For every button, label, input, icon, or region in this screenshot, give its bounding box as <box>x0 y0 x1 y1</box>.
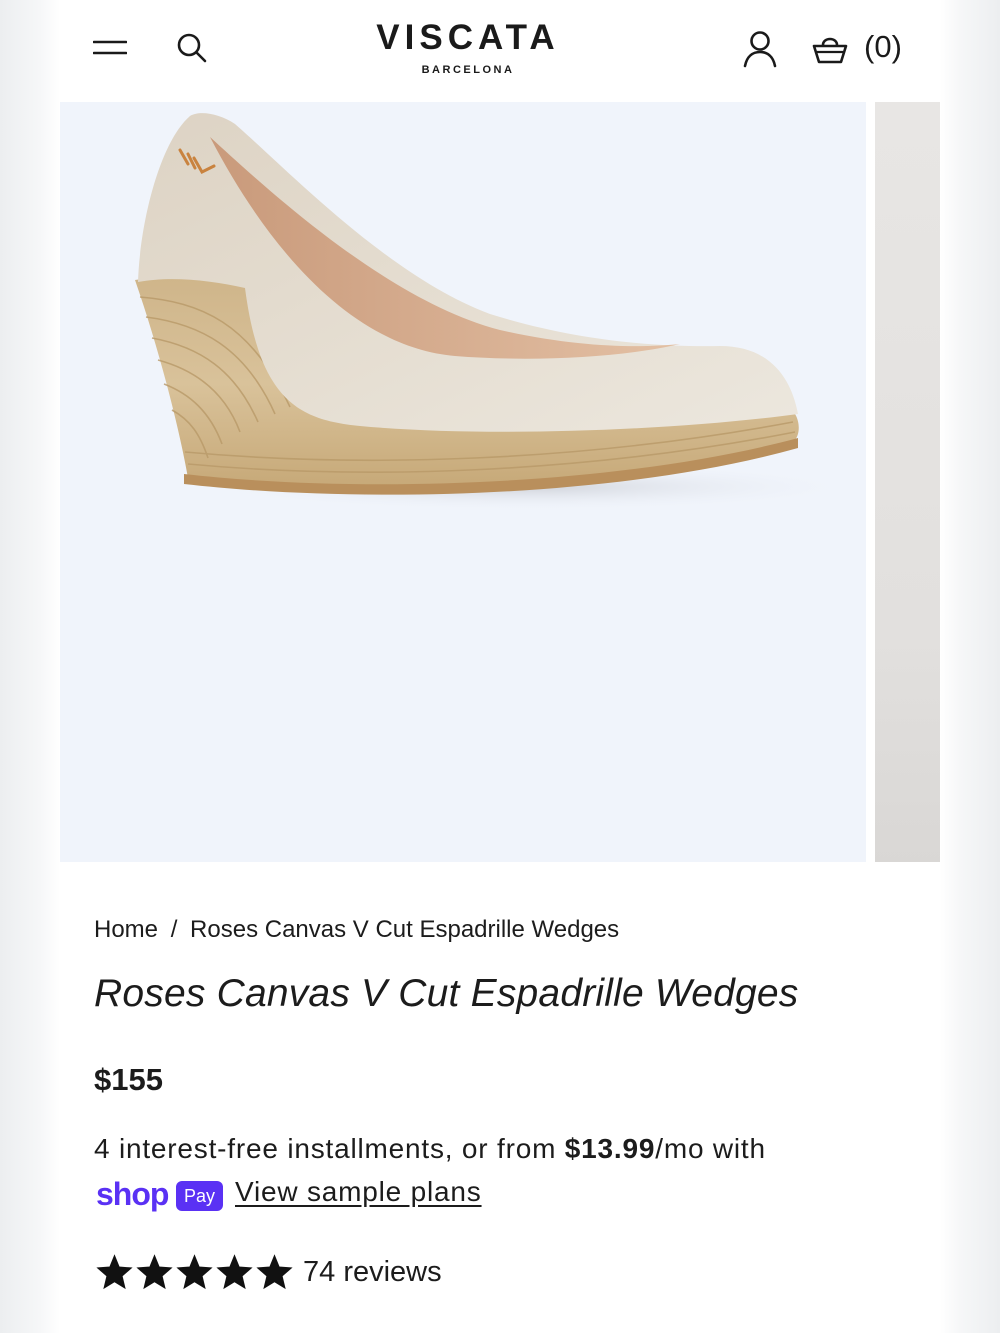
brand-location: BARCELONA <box>421 64 515 76</box>
installments-prefix: 4 interest-free installments, or from <box>94 1133 565 1164</box>
menu-icon[interactable] <box>93 34 127 60</box>
installments-amount: $13.99 <box>564 1133 656 1164</box>
star-icon <box>256 1253 293 1289</box>
account-icon[interactable] <box>742 30 778 68</box>
cart-icon[interactable] <box>812 33 848 65</box>
product-title: Roses Canvas V Cut Espadrille Wedges <box>94 972 799 1015</box>
product-page: VISCATA BARCELONA (0) Home / Roses Canva… <box>60 0 940 1333</box>
breadcrumb: Home / Roses Canvas V Cut Espadrille Wed… <box>94 916 619 944</box>
brand-name: VISCATA <box>376 18 560 57</box>
installments-suffix: /mo with <box>655 1133 766 1164</box>
brand-logo[interactable]: VISCATA BARCELONA <box>310 18 626 76</box>
star-icon <box>216 1253 253 1289</box>
star-icon <box>96 1253 133 1289</box>
breadcrumb-home-link[interactable]: Home <box>94 916 158 943</box>
espadrille-wedge-illustration <box>135 113 860 511</box>
shop-pay-logo: shop <box>96 1176 169 1212</box>
cart-count[interactable]: (0) <box>864 29 902 65</box>
breadcrumb-current: Roses Canvas V Cut Espadrille Wedges <box>190 916 620 943</box>
view-sample-plans-link[interactable]: View sample plans <box>235 1176 482 1208</box>
star-icon <box>136 1253 173 1289</box>
search-icon[interactable] <box>175 31 209 65</box>
product-rating[interactable]: 74 reviews <box>96 1252 442 1292</box>
site-header: VISCATA BARCELONA (0) <box>60 0 940 102</box>
shop-pay-badge: Pay <box>176 1181 223 1211</box>
review-count[interactable]: 74 reviews <box>303 1256 442 1289</box>
product-price: $155 <box>94 1062 163 1097</box>
product-image-main[interactable] <box>60 102 866 862</box>
product-gallery[interactable] <box>60 102 940 862</box>
breadcrumb-separator: / <box>170 916 178 943</box>
star-rating <box>96 1253 293 1291</box>
product-image-next[interactable] <box>875 102 940 862</box>
star-icon <box>176 1253 213 1289</box>
installments-text: 4 interest-free installments, or from $1… <box>94 1133 766 1165</box>
